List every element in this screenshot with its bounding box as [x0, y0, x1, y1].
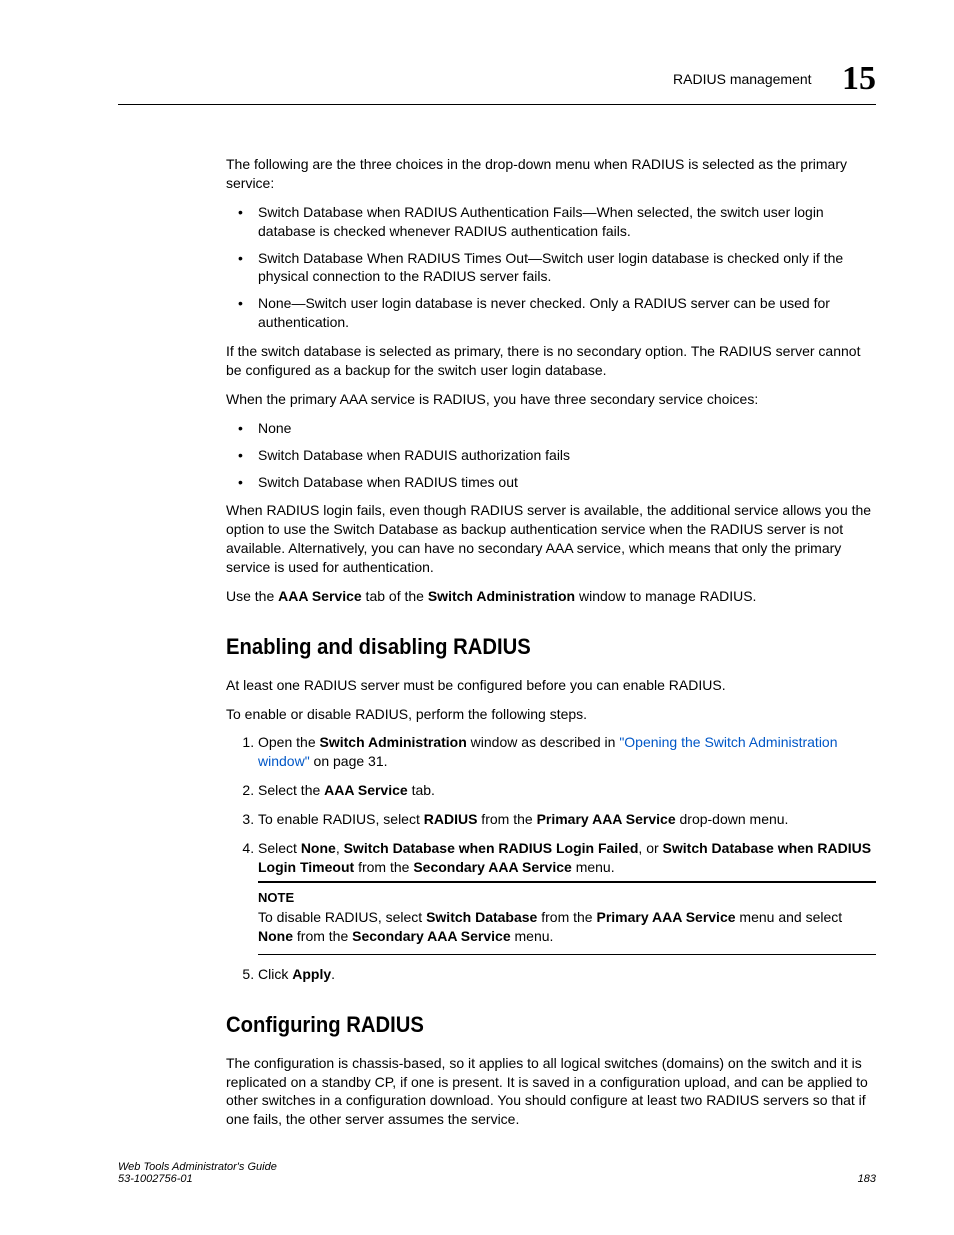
text: window as described in — [467, 734, 620, 750]
text: from the — [477, 811, 536, 827]
text: . — [331, 966, 335, 982]
content-area: The following are the three choices in t… — [226, 155, 876, 1129]
text-bold: Switch Database — [426, 909, 537, 925]
text: To disable RADIUS, select — [258, 909, 426, 925]
text: drop-down menu. — [676, 811, 789, 827]
list-item: Select None, Switch Database when RADIUS… — [258, 839, 876, 955]
text-bold: Secondary AAA Service — [352, 928, 510, 944]
page: RADIUS management 15 The following are t… — [0, 0, 954, 1235]
text-bold: None — [258, 928, 293, 944]
text: from the — [354, 859, 413, 875]
text-bold: Primary AAA Service — [596, 909, 735, 925]
running-header: RADIUS management 15 — [118, 60, 876, 105]
text-bold: Primary AAA Service — [537, 811, 676, 827]
paragraph: The following are the three choices in t… — [226, 155, 876, 193]
list-item: None—Switch user login database is never… — [226, 294, 876, 332]
text: To enable RADIUS, select — [258, 811, 424, 827]
numbered-list: Open the Switch Administration window as… — [226, 733, 876, 984]
header-section-label: RADIUS management — [673, 71, 812, 87]
list-item: Switch Database When RADIUS Times Out—Sw… — [226, 249, 876, 287]
footer-guide-title: Web Tools Administrator's Guide — [118, 1161, 876, 1173]
footer-doc-number: 53-1002756-01 — [118, 1173, 193, 1185]
paragraph: When RADIUS login fails, even though RAD… — [226, 501, 876, 577]
text: Select the — [258, 782, 324, 798]
paragraph: To enable or disable RADIUS, perform the… — [226, 705, 876, 724]
list-item: Open the Switch Administration window as… — [258, 733, 876, 771]
text: menu. — [572, 859, 615, 875]
section-heading: Configuring RADIUS — [226, 1010, 824, 1040]
text: Select — [258, 840, 301, 856]
text: tab of the — [362, 588, 428, 604]
text-bold: Apply — [292, 966, 331, 982]
list-item: Click Apply. — [258, 965, 876, 984]
text-bold: AAA Service — [324, 782, 408, 798]
list-item: Switch Database when RADUIS authorizatio… — [226, 446, 876, 465]
paragraph: Use the AAA Service tab of the Switch Ad… — [226, 587, 876, 606]
list-item: Select the AAA Service tab. — [258, 781, 876, 800]
text: , or — [638, 840, 662, 856]
text-bold: None — [301, 840, 336, 856]
bullet-list: None Switch Database when RADUIS authori… — [226, 419, 876, 492]
text: Use the — [226, 588, 278, 604]
text-bold: AAA Service — [278, 588, 362, 604]
text: Click — [258, 966, 292, 982]
text: menu and select — [736, 909, 843, 925]
text-bold: Switch Database when RADIUS Login Failed — [344, 840, 639, 856]
paragraph: At least one RADIUS server must be confi… — [226, 676, 876, 695]
chapter-number: 15 — [842, 60, 876, 97]
text-bold: RADIUS — [424, 811, 478, 827]
text: from the — [537, 909, 596, 925]
header-rule — [118, 104, 876, 105]
text: Open the — [258, 734, 320, 750]
text: , — [336, 840, 344, 856]
page-footer: Web Tools Administrator's Guide 53-10027… — [118, 1161, 876, 1185]
note-label: NOTE — [258, 889, 876, 907]
text-bold: Switch Administration — [320, 734, 467, 750]
note-box: NOTE To disable RADIUS, select Switch Da… — [258, 881, 876, 955]
list-item: None — [226, 419, 876, 438]
list-item: Switch Database when RADIUS Authenticati… — [226, 203, 876, 241]
section-heading: Enabling and disabling RADIUS — [226, 632, 824, 662]
text: menu. — [511, 928, 554, 944]
text: on page 31. — [310, 753, 388, 769]
text-bold: Switch Administration — [428, 588, 575, 604]
text: window to manage RADIUS. — [575, 588, 756, 604]
text-bold: Secondary AAA Service — [413, 859, 571, 875]
page-number: 183 — [858, 1173, 876, 1185]
text: from the — [293, 928, 352, 944]
note-body: To disable RADIUS, select Switch Databas… — [258, 908, 876, 946]
bullet-list: Switch Database when RADIUS Authenticati… — [226, 203, 876, 332]
paragraph: The configuration is chassis-based, so i… — [226, 1054, 876, 1130]
paragraph: If the switch database is selected as pr… — [226, 342, 876, 380]
list-item: Switch Database when RADIUS times out — [226, 473, 876, 492]
list-item: To enable RADIUS, select RADIUS from the… — [258, 810, 876, 829]
text: tab. — [408, 782, 435, 798]
paragraph: When the primary AAA service is RADIUS, … — [226, 390, 876, 409]
